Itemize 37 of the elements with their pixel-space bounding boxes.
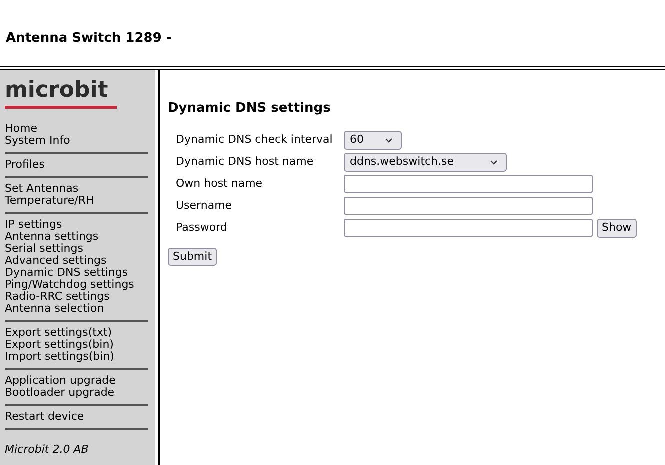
field-label: Username (176, 198, 234, 214)
chevron-down-icon (385, 138, 393, 142)
field-label: Password (176, 220, 228, 236)
menu-link[interactable]: Radio-RRC settings (5, 291, 148, 303)
menu-link[interactable]: Dynamic DNS settings (5, 267, 148, 279)
menu-link[interactable]: Set Antennas (5, 183, 148, 195)
menu-link[interactable]: Home (5, 123, 148, 135)
section-title: Dynamic DNS settings (168, 100, 332, 118)
menu-link[interactable]: Application upgrade (5, 375, 148, 387)
menu-link[interactable]: Ping/Watchdog settings (5, 279, 148, 291)
dropdown[interactable]: 60 (344, 130, 402, 150)
dropdown[interactable]: ddns.webswitch.se (344, 152, 507, 172)
menu-link[interactable]: Bootloader upgrade (5, 387, 148, 399)
field-label: Own host name (176, 176, 264, 192)
menu-link[interactable]: Temperature/RH (5, 195, 148, 207)
menu-link[interactable]: Import settings(bin) (5, 351, 148, 363)
text-field[interactable] (344, 175, 593, 193)
chevron-down-icon (490, 160, 498, 164)
password-field[interactable] (344, 219, 593, 237)
page-title: Antenna Switch 1289 - (6, 30, 172, 48)
menu-link[interactable]: Profiles (5, 159, 148, 171)
show-button[interactable]: Show (597, 218, 637, 238)
menu-link[interactable]: Advanced settings (5, 255, 148, 267)
menu-link[interactable]: System Info (5, 135, 148, 147)
menu-link[interactable]: Export settings(bin) (5, 339, 148, 351)
menu-link[interactable]: Antenna settings (5, 231, 148, 243)
footer-text: Microbit 2.0 AB (5, 442, 90, 458)
text-field[interactable] (344, 197, 593, 215)
menu-link[interactable]: Export settings(txt) (5, 327, 148, 339)
menu-link[interactable]: Antenna selection (5, 303, 148, 315)
submit-button[interactable]: Submit (168, 248, 218, 266)
menu-link[interactable]: Serial settings (5, 243, 148, 255)
logo: microbit (5, 76, 117, 109)
field-label: Dynamic DNS host name (176, 154, 315, 170)
field-label: Dynamic DNS check interval (176, 132, 334, 148)
menu-link[interactable]: IP settings (5, 219, 148, 231)
menu-link[interactable]: Restart device (5, 411, 148, 423)
